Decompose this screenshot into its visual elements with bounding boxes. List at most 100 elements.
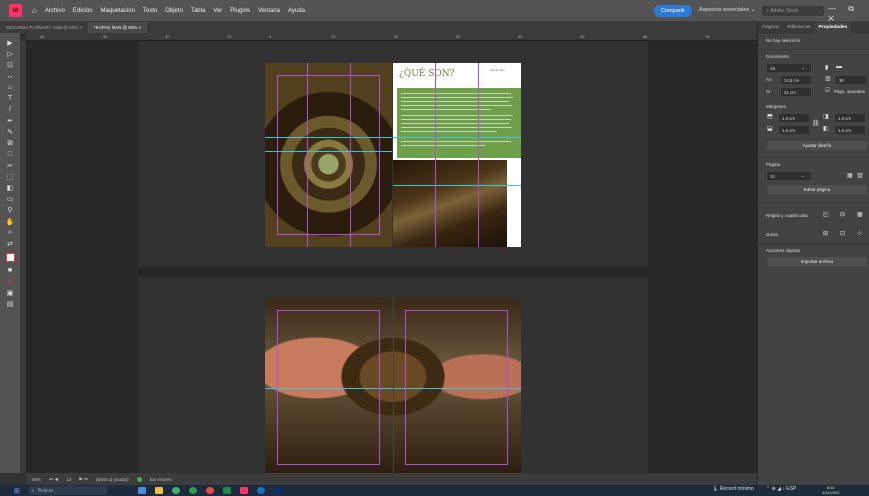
page-list-icon[interactable]: ▥ (857, 172, 863, 179)
apply-none-icon[interactable]: ⧄ (4, 277, 16, 287)
cacao-pod-photo-spread[interactable] (265, 298, 521, 473)
margin-inside-field[interactable]: 1,5 cm (835, 114, 865, 122)
share-button[interactable]: Compartir (654, 5, 692, 17)
margin-top-field[interactable]: 1,5 cm (779, 114, 809, 122)
page-tool-icon[interactable]: ⊡ (4, 60, 16, 70)
tab-segunda-plomada[interactable]: SEGUNDA PLOMADA .indd @ 50% × (0, 22, 88, 33)
margin-outside-field[interactable]: 1,5 cm (835, 126, 865, 134)
whatsapp-icon[interactable] (171, 487, 180, 494)
height-field[interactable]: 21 cm (781, 88, 811, 96)
text-page[interactable]: ¿QUÉ SON? Kapak Ñan (393, 63, 521, 247)
menu-edicion[interactable]: Edición (73, 8, 93, 14)
grid-toggle-icon[interactable]: ⊟ (840, 211, 845, 218)
page-nav-prev-icon[interactable]: ⏮ ◀ (49, 477, 58, 482)
tab-kapak-nan[interactable]: *KAPAK ÑAN @ 50% × (88, 22, 148, 33)
stock-search-input[interactable]: ⌕ Adobe Stock (762, 6, 824, 16)
width-field[interactable]: 14,8 cm (781, 76, 811, 84)
menu-texto[interactable]: Texto (143, 8, 157, 14)
menu-ver[interactable]: Ver (213, 8, 222, 14)
margin-inside-icon: ◨ (823, 114, 829, 120)
direct-selection-tool-icon[interactable]: ▷ (4, 49, 16, 59)
home-icon[interactable]: ⌂ (32, 6, 37, 15)
file-explorer-icon[interactable] (154, 487, 163, 494)
menu-archivo[interactable]: Archivo (45, 8, 65, 14)
weather-widget[interactable]: 🌡 Récord mínimo (712, 486, 754, 492)
edit-page-button[interactable]: Editar página (767, 185, 867, 194)
note-tool-icon[interactable]: ▭ (4, 194, 16, 204)
import-file-button[interactable]: Importar archivo (767, 257, 867, 266)
lock-guides-icon[interactable]: ⊡ (840, 230, 845, 237)
baseline-grid-icon[interactable]: ▦ (857, 211, 863, 218)
workspace-switcher[interactable]: Aspectos esenciales ⌄ (699, 7, 755, 13)
close-icon[interactable]: × (139, 25, 142, 30)
spotify-icon[interactable] (188, 487, 197, 494)
screen-mode-icon[interactable]: ▤ (4, 299, 16, 309)
free-transform-tool-icon[interactable]: ⬚ (4, 172, 16, 182)
menu-maquetacion[interactable]: Maquetación (101, 8, 135, 14)
page-number-field[interactable]: 13 (66, 477, 71, 482)
document-canvas[interactable]: ¿QUÉ SON? Kapak Ñan (26, 41, 757, 473)
preflight-profile[interactable]: [Básico] (usado) (96, 477, 129, 482)
leaf-photo-page[interactable] (265, 63, 392, 247)
page-nav-next-icon[interactable]: ▶ ⏭ (79, 476, 88, 482)
horizontal-ruler[interactable]: 40 30 20 10 0 10 20 30 40 50 60 70 (26, 33, 757, 41)
preflight-status[interactable]: Sin errores (150, 477, 172, 482)
task-view-icon[interactable] (137, 487, 146, 494)
type-tool-icon[interactable]: T (4, 94, 16, 104)
bottom-photo-frame[interactable] (393, 160, 507, 247)
scissors-tool-icon[interactable]: ✂ (4, 161, 16, 171)
line-tool-icon[interactable]: / (4, 105, 16, 115)
pages-count-field[interactable]: 36 (836, 76, 866, 84)
eyedropper-tool-icon[interactable]: ⚲ (4, 205, 16, 215)
gradient-tool-icon[interactable]: ◧ (4, 183, 16, 193)
link-margins-icon[interactable]: ⛓ (812, 120, 820, 127)
indesign-taskbar-icon[interactable] (239, 487, 248, 494)
rectangle-frame-tool-icon[interactable]: ⊠ (4, 138, 16, 148)
windows-start-icon[interactable]: ⊞ (14, 487, 20, 495)
page-heading[interactable]: ¿QUÉ SON? (399, 69, 454, 79)
landscape-orientation-icon[interactable]: ▬ (836, 64, 842, 70)
fill-stroke-icon[interactable] (4, 250, 16, 264)
input-language[interactable]: ESP (786, 486, 796, 492)
photoshop-icon[interactable] (273, 487, 282, 494)
hand-tool-icon[interactable]: ✋ (4, 217, 16, 227)
page-select[interactable]: 14 ⌄ (767, 172, 811, 180)
tab-bibliotecas[interactable]: Bibliotecas (783, 21, 814, 34)
content-collector-icon[interactable]: ⌂ (4, 82, 16, 92)
smart-guides-icon[interactable]: ⊹ (857, 230, 862, 237)
margin-bottom-field[interactable]: 1,5 cm (779, 126, 809, 134)
view-mode-icon[interactable]: ▣ (4, 288, 16, 298)
rectangle-tool-icon[interactable]: □ (4, 149, 16, 159)
portrait-orientation-icon[interactable]: ▮ (825, 64, 828, 71)
close-icon[interactable]: × (79, 25, 82, 30)
chrome-icon[interactable] (205, 487, 214, 494)
menu-ayuda[interactable]: Ayuda (288, 8, 305, 14)
page-select-value: 14 (770, 173, 775, 179)
pencil-tool-icon[interactable]: ✎ (4, 127, 16, 137)
excel-icon[interactable] (222, 487, 231, 494)
menu-tabla[interactable]: Tabla (191, 8, 205, 14)
zoom-tool-icon[interactable]: ⌕ (4, 228, 16, 238)
page-size-select[interactable]: A5 ⌄ (767, 64, 811, 72)
gap-tool-icon[interactable]: ↔ (4, 71, 16, 81)
selection-tool-icon[interactable]: ▶ (4, 38, 16, 48)
zoom-level[interactable]: 50% (32, 477, 41, 482)
taskbar-search[interactable]: ⌕ Buscar (27, 486, 108, 495)
system-tray[interactable]: ⌃ ⊕ ◢ ♪ ESP (766, 486, 796, 492)
page-grid-icon[interactable]: ▦ (847, 172, 853, 179)
menu-objeto[interactable]: Objeto (165, 8, 183, 14)
menu-plugins[interactable]: Plugins (230, 8, 250, 14)
adjust-layout-button[interactable]: Ajustar diseño (767, 141, 867, 150)
menu-ventana[interactable]: Ventana (258, 8, 280, 14)
swap-fill-stroke-icon[interactable]: ⇄ (4, 239, 16, 249)
green-text-frame[interactable] (397, 88, 521, 158)
help-icon[interactable] (256, 487, 265, 494)
tab-propiedades[interactable]: Propiedades (814, 21, 852, 34)
taskbar-clock[interactable]: 8:46 4/11/2024 (822, 485, 840, 495)
ruler-toggle-icon[interactable]: ◰ (823, 211, 829, 218)
checkbox-icon[interactable]: ☑ (825, 87, 830, 94)
apply-color-icon[interactable]: ■ (4, 265, 16, 275)
show-guides-icon[interactable]: ⊞ (823, 230, 828, 237)
pen-tool-icon[interactable]: ✒ (4, 116, 16, 126)
tab-paginas[interactable]: Páginas (758, 21, 783, 34)
